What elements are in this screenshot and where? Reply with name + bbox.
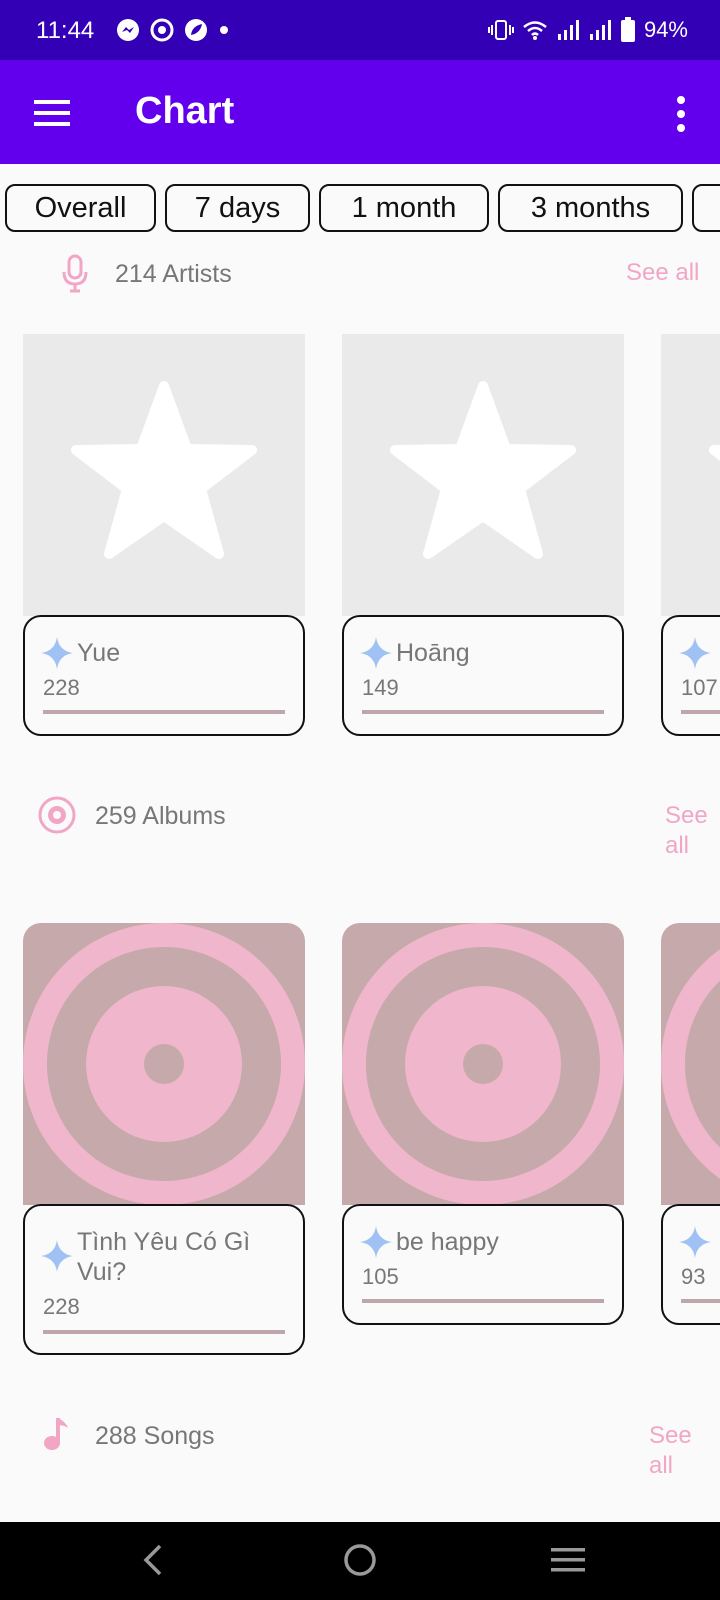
sparkle-icon xyxy=(41,637,73,669)
page-title: Chart xyxy=(135,90,235,132)
battery-level: 94% xyxy=(643,17,688,42)
battery-icon xyxy=(620,17,635,42)
app-bar: Chart xyxy=(0,60,720,164)
sync-icon xyxy=(150,18,174,42)
back-icon[interactable] xyxy=(138,1540,168,1580)
album-info: be happy 105 xyxy=(342,1204,624,1325)
play-count-bar xyxy=(362,710,604,714)
signal-icon xyxy=(557,20,579,40)
artist-info: Hoāng 149 xyxy=(342,615,624,736)
home-icon[interactable] xyxy=(340,1540,380,1580)
notification-icons xyxy=(116,18,230,42)
vinyl-disc-icon xyxy=(38,796,76,834)
artists-header: 214 Artists See all xyxy=(0,250,720,310)
star-icon xyxy=(71,381,257,559)
artist-card[interactable]: Hoāng 149 xyxy=(342,334,624,736)
chip-1-month[interactable]: 1 month xyxy=(319,184,489,232)
albums-see-all-link[interactable]: See all xyxy=(665,801,708,861)
play-count-bar xyxy=(43,710,285,714)
artist-image xyxy=(661,334,720,616)
see-all-line-2: all xyxy=(665,832,690,859)
play-count-bar xyxy=(362,1299,604,1303)
album-card[interactable]: 93 xyxy=(661,923,720,1325)
artist-play-count: 107 xyxy=(681,675,718,700)
artists-list: Yue 228 Hoāng 149 107 xyxy=(0,334,720,744)
see-all-line-1: See xyxy=(665,802,708,829)
artist-name: Yue xyxy=(77,639,121,667)
artist-image xyxy=(23,334,305,616)
messenger-icon xyxy=(117,19,139,41)
artist-play-count: 149 xyxy=(362,675,399,700)
vinyl-disc-icon xyxy=(342,923,624,1205)
microphone-icon xyxy=(62,254,88,293)
status-right: 94% xyxy=(487,17,688,43)
vinyl-disc-icon xyxy=(661,949,720,1179)
vinyl-disc-icon xyxy=(23,923,305,1205)
album-card[interactable]: be happy 105 xyxy=(342,923,624,1325)
menu-icon[interactable] xyxy=(28,90,76,138)
songs-header: 288 Songs See all xyxy=(0,1410,720,1490)
artist-card[interactable]: 107 xyxy=(661,334,720,736)
album-play-count: 228 xyxy=(43,1294,80,1319)
see-all-line-1: See xyxy=(649,1422,692,1449)
album-name: Tình Yêu Có Gì Vui? xyxy=(77,1228,251,1286)
sparkle-icon xyxy=(41,1240,73,1272)
album-info: Tình Yêu Có Gì Vui? 228 xyxy=(23,1204,305,1355)
status-time: 11:44 xyxy=(36,17,95,44)
album-play-count: 105 xyxy=(362,1264,399,1289)
chip-3-months[interactable]: 3 months xyxy=(498,184,683,232)
dot-icon xyxy=(220,26,228,34)
album-play-count: 93 xyxy=(681,1264,706,1289)
recents-icon[interactable] xyxy=(548,1542,588,1578)
album-cover xyxy=(342,923,624,1205)
star-icon xyxy=(390,381,576,559)
vibrate-icon xyxy=(487,20,514,40)
star-icon xyxy=(709,444,720,461)
more-options-icon[interactable] xyxy=(666,90,696,138)
chip-overall[interactable]: Overall xyxy=(5,184,156,232)
albums-count-title: 259 Albums xyxy=(95,802,226,830)
play-count-bar xyxy=(681,710,720,714)
artists-count-title: 214 Artists xyxy=(115,260,232,288)
music-note-icon xyxy=(44,1418,68,1450)
period-filter-chips: Overall 7 days 1 month 3 months xyxy=(0,184,720,236)
system-nav-bar xyxy=(0,1522,720,1600)
play-count-bar xyxy=(43,1330,285,1334)
album-info: 93 xyxy=(661,1204,720,1325)
album-name: be happy xyxy=(396,1228,499,1256)
chip-7-days[interactable]: 7 days xyxy=(165,184,310,232)
songs-count-title: 288 Songs xyxy=(95,1422,215,1450)
sparkle-icon xyxy=(679,1226,711,1258)
album-cover xyxy=(661,923,720,1205)
artist-info: 107 xyxy=(661,615,720,736)
album-card[interactable]: Tình Yêu Có Gì Vui? 228 xyxy=(23,923,305,1355)
artist-info: Yue 228 xyxy=(23,615,305,736)
album-cover xyxy=(23,923,305,1205)
albums-header: 259 Albums See all xyxy=(0,790,720,860)
artist-image xyxy=(342,334,624,616)
artist-card[interactable]: Yue 228 xyxy=(23,334,305,736)
play-count-bar xyxy=(681,1299,720,1303)
artists-see-all-link[interactable]: See all xyxy=(626,258,699,288)
chip-more[interactable] xyxy=(692,184,720,232)
status-bar: 11:44 94% xyxy=(0,0,720,60)
see-all-line-2: all xyxy=(649,1452,674,1479)
artist-name: Hoāng xyxy=(396,639,470,667)
wifi-icon xyxy=(523,21,547,40)
songs-see-all-link[interactable]: See all xyxy=(649,1421,692,1481)
leaf-icon xyxy=(185,19,207,41)
artist-play-count: 228 xyxy=(43,675,80,700)
sparkle-icon xyxy=(360,637,392,669)
sparkle-icon xyxy=(679,637,711,669)
signal-icon xyxy=(589,20,611,40)
sparkle-icon xyxy=(360,1226,392,1258)
albums-list: Tình Yêu Có Gì Vui? 228 be happy 105 93 xyxy=(0,923,720,1355)
